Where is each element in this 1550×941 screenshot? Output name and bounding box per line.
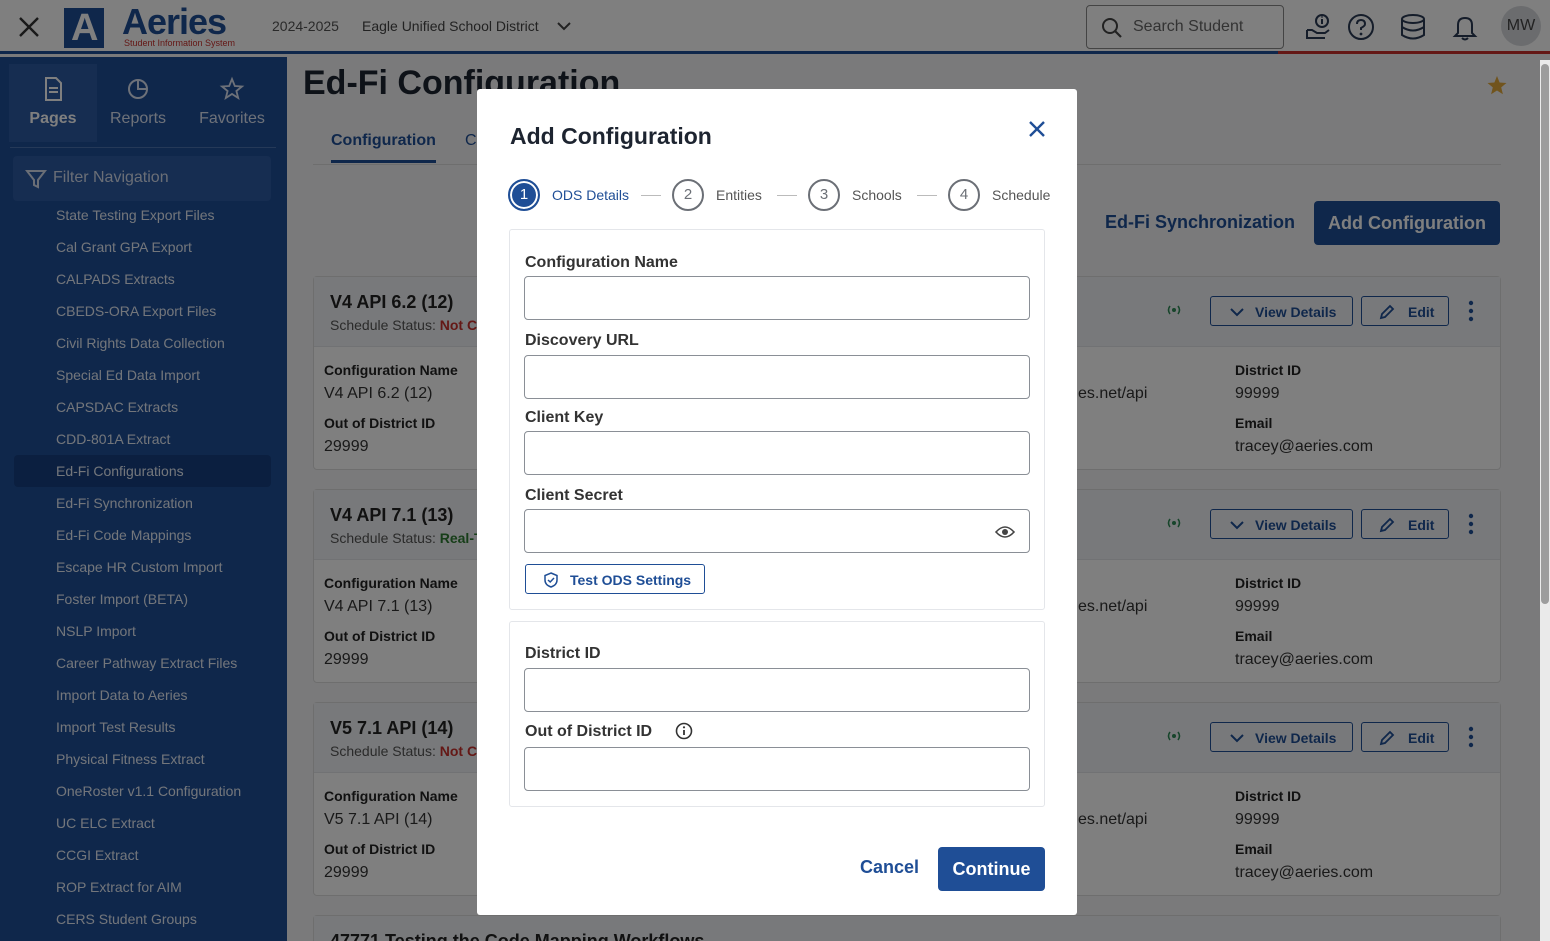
button-label: Test ODS Settings [570, 572, 692, 588]
close-icon[interactable] [1025, 117, 1049, 141]
configuration-name-label: Configuration Name [525, 254, 678, 271]
step-label: Entities [716, 187, 762, 203]
step-connector [917, 195, 937, 196]
dialog-title: Add Configuration [510, 123, 712, 149]
page-scrollbar[interactable] [1540, 60, 1550, 941]
label-text: Out of District ID [525, 723, 653, 740]
client-secret-label: Client Secret [525, 487, 623, 504]
step-connector [641, 195, 661, 196]
discovery-url-label: Discovery URL [525, 332, 639, 349]
eye-icon[interactable] [995, 524, 1015, 540]
scrollbar-thumb[interactable] [1541, 64, 1549, 604]
out-of-district-id-label: Out of District ID [525, 722, 693, 741]
step-label: Schedule [992, 187, 1051, 203]
ods-settings-section: Configuration Name Discovery URL Client … [509, 229, 1045, 610]
discovery-url-input[interactable] [524, 355, 1030, 399]
step-label: ODS Details [552, 187, 630, 203]
configuration-name-input[interactable] [524, 276, 1030, 320]
cancel-button[interactable]: Cancel [860, 857, 919, 878]
client-key-label: Client Key [525, 409, 604, 426]
add-configuration-dialog: Add Configuration 1 ODS Details 2 Entiti… [477, 89, 1077, 915]
client-secret-input[interactable] [524, 509, 1030, 553]
district-id-input[interactable] [524, 668, 1030, 712]
out-of-district-id-input[interactable] [524, 747, 1030, 791]
info-icon[interactable] [675, 722, 693, 740]
step-label: Schools [852, 187, 902, 203]
district-section: District ID Out of District ID [509, 621, 1045, 807]
shield-check-icon [544, 572, 558, 588]
step-number: 2 [672, 179, 704, 211]
step-connector [777, 195, 797, 196]
test-ods-settings-button[interactable]: Test ODS Settings [525, 564, 705, 594]
client-key-input[interactable] [524, 431, 1030, 475]
step-number: 1 [508, 179, 540, 211]
step-number: 4 [948, 179, 980, 211]
step-number: 3 [808, 179, 840, 211]
continue-button[interactable]: Continue [938, 847, 1045, 891]
district-id-label: District ID [525, 645, 601, 662]
